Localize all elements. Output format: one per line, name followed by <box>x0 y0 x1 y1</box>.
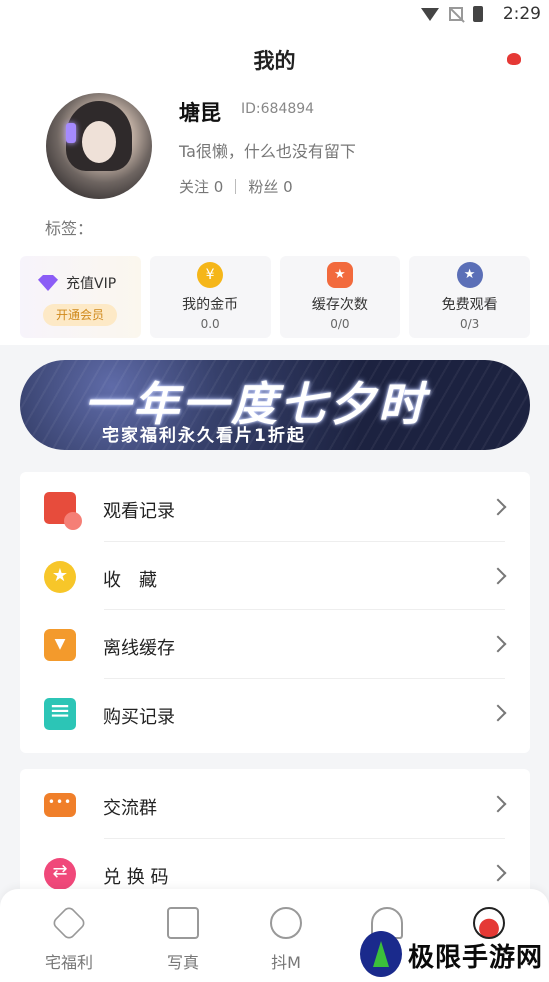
no-signal-icon <box>449 7 463 21</box>
cache-label: 缓存次数 <box>311 297 368 313</box>
exchange-code-icon <box>44 857 76 890</box>
menu-item-label: 购买记录 <box>103 706 175 728</box>
menu-item-chat-group[interactable]: 交流群 <box>20 769 530 838</box>
menu-item-purchases[interactable]: 购买记录 <box>20 677 530 747</box>
offline-download-icon <box>44 629 76 661</box>
coins-card[interactable]: ¥ 我的金币 0.0 <box>149 256 271 338</box>
watermark-text: 极限手游网 <box>408 943 544 973</box>
quick-cards: 充值VIP 开通会员 ¥ 我的金币 0.0 ★ 缓存次数 0/0 ★ 免费观看 … <box>20 256 530 338</box>
free-watch-value: 0/3 <box>459 317 480 331</box>
tags-label: 标签： <box>45 219 94 238</box>
menu-group-1: 观看记录 收 藏 离线缓存 购买记录 <box>20 472 530 753</box>
page-title: 我的 <box>253 49 296 73</box>
cache-value: 0/0 <box>330 317 350 331</box>
menu-item-label: 观看记录 <box>103 501 175 522</box>
chevron-right-icon <box>489 567 507 584</box>
tab-label: 写真 <box>166 953 199 972</box>
menu-item-label: 收 藏 <box>103 569 157 591</box>
image-icon <box>167 907 199 939</box>
banner-subtitle: 宅家福利永久看片1折起 <box>102 426 306 446</box>
menu-item-history[interactable]: 观看记录 <box>20 472 530 541</box>
menu-item-label: 离线缓存 <box>103 638 175 659</box>
avatar[interactable] <box>46 93 152 199</box>
music-icon <box>270 907 302 939</box>
user-bio: Ta很懒，什么也没有留下 <box>179 142 356 161</box>
cache-star-icon: ★ <box>326 262 353 288</box>
header-area: 2:29 我的 塘昆 ID:684894 Ta很懒，什么也没有留下 关注 0 粉… <box>0 0 549 345</box>
battery-icon <box>473 6 483 22</box>
chat-group-icon <box>44 793 76 817</box>
badge-icon: ★ <box>456 262 483 288</box>
status-bar: 2:29 <box>0 0 549 28</box>
open-vip-button[interactable]: 开通会员 <box>43 304 117 326</box>
free-watch-card[interactable]: ★ 免费观看 0/3 <box>409 256 530 338</box>
chevron-right-icon <box>489 635 507 653</box>
menu-item-offline-cache[interactable]: 离线缓存 <box>20 609 530 678</box>
follow-stats: 关注 0 粉丝 0 <box>179 176 293 197</box>
vip-diamond-icon <box>38 275 58 291</box>
following-count[interactable]: 关注 0 <box>179 176 223 197</box>
favorite-star-icon <box>44 560 76 593</box>
chevron-right-icon <box>489 498 507 516</box>
tab-label: 抖M <box>271 953 301 972</box>
tab-label: 宅福利 <box>44 953 93 972</box>
chevron-right-icon <box>489 864 507 881</box>
free-watch-label: 免费观看 <box>441 297 498 313</box>
menu-item-favorites[interactable]: 收 藏 <box>20 540 530 610</box>
settings-icon[interactable] <box>507 53 521 65</box>
vip-label: 充值VIP <box>66 276 117 292</box>
user-name: 塘昆 <box>179 101 221 125</box>
cache-card[interactable]: ★ 缓存次数 0/0 <box>279 256 401 338</box>
coins-value: 0.0 <box>200 317 220 331</box>
coins-label: 我的金币 <box>182 297 239 313</box>
home-icon <box>50 904 88 942</box>
menu-item-label: 交流群 <box>103 798 157 819</box>
status-time: 2:29 <box>502 4 541 24</box>
promo-banner[interactable]: 一年一度七夕时 宅家福利永久看片1折起 <box>20 360 530 450</box>
coin-icon: ¥ <box>197 262 224 288</box>
menu-item-label: 兑 换 码 <box>103 866 169 888</box>
followers-count[interactable]: 粉丝 0 <box>248 176 292 197</box>
watermark-logo-icon <box>360 931 402 977</box>
history-icon <box>44 492 82 530</box>
wifi-icon <box>421 7 439 21</box>
user-id: ID:684894 <box>241 101 315 117</box>
purchase-list-icon <box>44 696 76 730</box>
chevron-right-icon <box>489 795 507 813</box>
watermark: 极限手游网 <box>358 929 546 979</box>
divider <box>235 179 237 194</box>
vip-card[interactable]: 充值VIP 开通会员 <box>20 256 141 338</box>
chevron-right-icon <box>489 704 507 721</box>
